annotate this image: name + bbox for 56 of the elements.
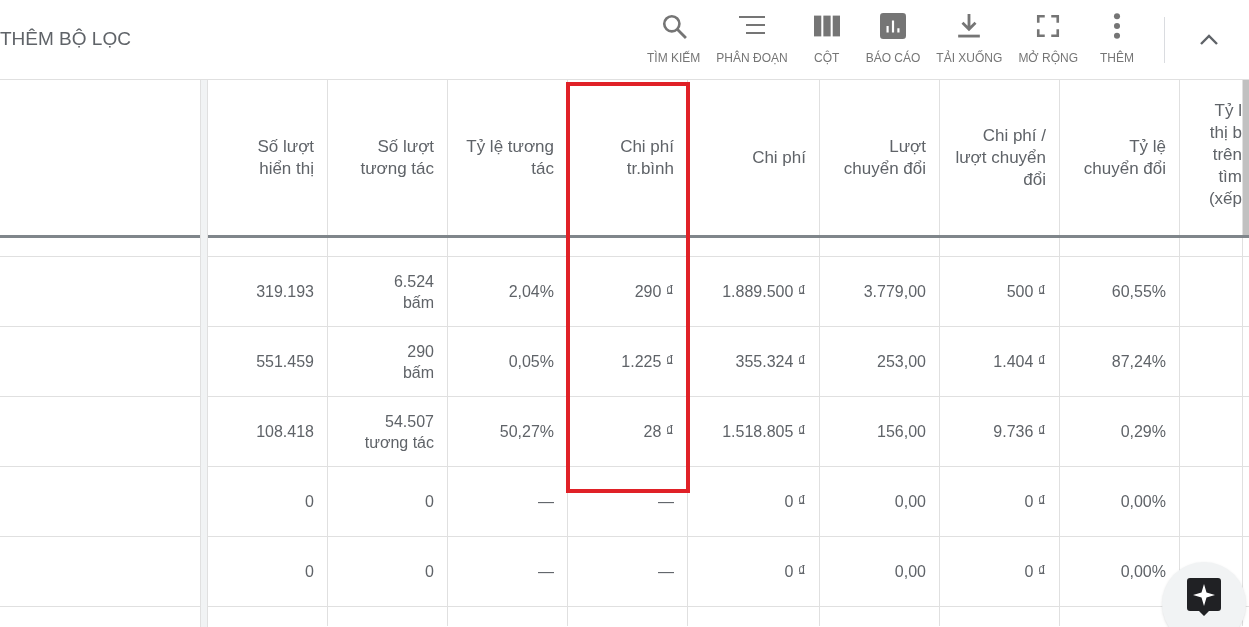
column-header[interactable]: Chi phí	[688, 80, 820, 235]
table-cell: 60,55%	[1060, 257, 1180, 326]
expand-icon	[1035, 12, 1062, 39]
search-icon	[660, 12, 687, 39]
report-button[interactable]: BÁO CÁO	[859, 12, 927, 67]
table-cell: 2,04%	[448, 257, 568, 326]
table-cell: 3.779,00	[820, 257, 940, 326]
table-cell: 156,00	[820, 397, 940, 466]
table-cell: —	[448, 467, 568, 536]
table-cell: 1.518.805 ₫	[688, 397, 820, 466]
table-cell: 253,00	[820, 327, 940, 396]
sparkle-chat-icon	[1187, 578, 1221, 616]
table-cell: 0,05%	[448, 327, 568, 396]
table-cell: 290 ₫	[568, 257, 688, 326]
table-cell: 1.889.500 ₫	[688, 257, 820, 326]
segment-button[interactable]: PHÂN ĐOẠN	[710, 12, 794, 67]
table-cell: 0 ₫	[688, 467, 820, 536]
table-cell: 28 ₫	[568, 397, 688, 466]
table-cell: —	[448, 537, 568, 606]
column-header[interactable]: Số lượt tương tác	[328, 80, 448, 235]
search-button[interactable]: TÌM KIẾM	[641, 12, 707, 67]
table-cell: 290 bấm	[328, 327, 448, 396]
column-header[interactable]: Tỷ lệ chuyển đổi	[1060, 80, 1180, 235]
table-cell: 0 ₫	[940, 537, 1060, 606]
table-cell: 0,00%	[1060, 467, 1180, 536]
scrollbar[interactable]	[1243, 80, 1249, 235]
table-cell: 500 ₫	[940, 257, 1060, 326]
columns-button[interactable]: CỘT	[797, 12, 856, 67]
table-cell: 1.404 ₫	[940, 327, 1060, 396]
table-cell: 0,00	[820, 467, 940, 536]
table-cell: 0 ₫	[688, 537, 820, 606]
add-filter-button[interactable]: THÊM BỘ LỌC	[0, 25, 131, 54]
table-cell: 0,00	[820, 537, 940, 606]
bar-chart-icon	[880, 12, 906, 39]
table-cell: 50,27%	[448, 397, 568, 466]
table-cell: —	[568, 467, 688, 536]
column-header[interactable]: Lượt chuyển đổi	[820, 80, 940, 235]
more-button[interactable]: THÊM	[1088, 12, 1146, 67]
table-cell: 1.225 ₫	[568, 327, 688, 396]
table-cell: 0,29%	[1060, 397, 1180, 466]
download-button[interactable]: TẢI XUỐNG	[930, 12, 1009, 67]
expand-button[interactable]: MỞ RỘNG	[1012, 12, 1084, 67]
table-cell: 355.324 ₫	[688, 327, 820, 396]
table-cell: 87,24%	[1060, 327, 1180, 396]
column-header[interactable]: Chi phí tr.bình	[568, 80, 688, 235]
table-cell: 54.507 tương tác	[328, 397, 448, 466]
download-icon	[956, 12, 983, 39]
table-cell: 0 ₫	[940, 467, 1060, 536]
table-cell: 6.524 bấm	[328, 257, 448, 326]
column-header[interactable]: Tỷ lệ tương tác	[448, 80, 568, 235]
column-header[interactable]: Chi phí / lượt chuyển đổi	[940, 80, 1060, 235]
table-cell: —	[568, 537, 688, 606]
table-cell: 0	[328, 537, 448, 606]
table-cell: 9.736 ₫	[940, 397, 1060, 466]
table-cell: 0	[328, 467, 448, 536]
chevron-up-icon	[1200, 34, 1218, 45]
